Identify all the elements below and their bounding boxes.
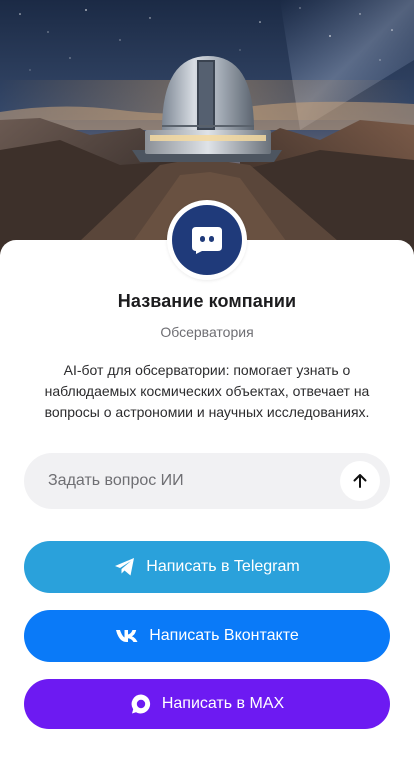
ask-ai-field — [24, 453, 390, 509]
avatar-circle — [172, 205, 242, 275]
arrow-up-icon — [353, 474, 367, 488]
telegram-icon — [114, 557, 136, 577]
telegram-button-label: Написать в Telegram — [146, 558, 300, 575]
max-button-label: Написать в MAX — [161, 695, 285, 712]
max-icon — [130, 693, 152, 715]
vk-button-label: Написать Вконтакте — [149, 627, 299, 644]
ask-ai-input[interactable] — [24, 453, 324, 509]
telegram-button[interactable]: Написать в Telegram — [24, 541, 390, 593]
avatar — [167, 200, 247, 280]
company-name: Название компании — [117, 291, 297, 311]
company-description: AI-бот для обсерватории: помогает узнать… — [44, 362, 370, 420]
vk-icon — [115, 629, 139, 643]
chat-bot-icon — [192, 227, 222, 254]
page: Название компании Обсерватория AI-бот дл… — [0, 0, 414, 770]
company-type: Обсерватория — [160, 324, 254, 340]
vk-button[interactable]: Написать Вконтакте — [24, 610, 390, 662]
max-button[interactable]: Написать в MAX — [24, 679, 390, 729]
send-button[interactable] — [340, 461, 380, 501]
